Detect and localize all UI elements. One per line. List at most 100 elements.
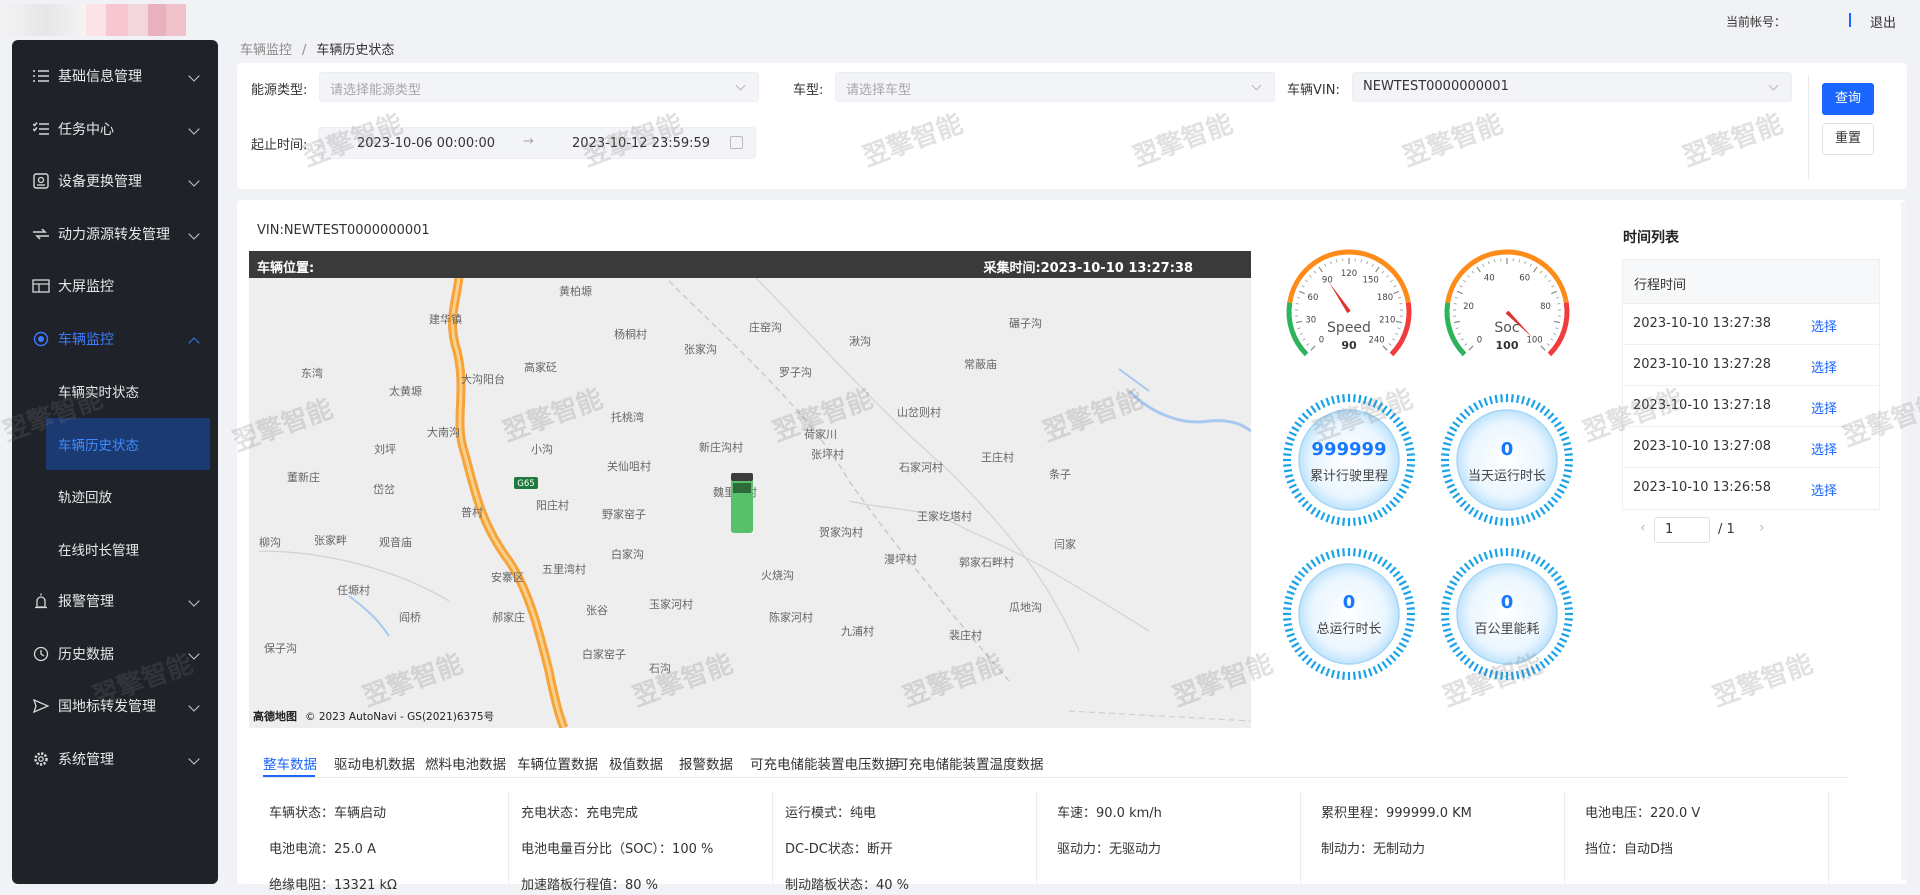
sidebar-item-basic-info[interactable]: 基础信息管理 — [12, 50, 218, 103]
data-field: DC-DC状态：断开 — [785, 842, 893, 857]
page-input[interactable]: 1 — [1654, 517, 1710, 543]
map-place-label: 董新庄 — [287, 470, 320, 484]
gauge-tick — [1392, 338, 1396, 341]
chevron-up-icon — [188, 336, 200, 349]
tab-position-data[interactable]: 车辆位置数据 — [517, 753, 598, 773]
ring-tick — [1342, 548, 1346, 557]
select-link[interactable]: 选择 — [1811, 439, 1837, 458]
data-field: 制动踏板状态：40 % — [785, 878, 910, 893]
ring-tick — [1367, 668, 1373, 677]
ring-tick — [1401, 585, 1410, 591]
logout-link[interactable]: 退出 — [1870, 12, 1896, 31]
map-canvas[interactable]: 建华镇 黄柏塬杨桐村 庄窑沟张家沟 湫沟 碾子沟东湾 大沟阳台 高家砭 罗子沟 常蔽庙太黄塬托桃… — [249, 251, 1251, 728]
energy-type-label: 能源类型: — [251, 83, 308, 98]
energy-type-placeholder: 请选择能源类型 — [330, 83, 422, 98]
vin-select[interactable]: NEWTEST0000000001 — [1352, 72, 1792, 102]
query-button[interactable]: 查询 — [1822, 83, 1874, 115]
tab-extreme-data[interactable]: 极值数据 — [609, 753, 663, 773]
scrollbar[interactable] — [1901, 202, 1907, 880]
total-mileage-value: 999999 — [1311, 439, 1387, 460]
ring-tick — [1449, 580, 1458, 586]
reset-button[interactable]: 重置 — [1822, 123, 1874, 155]
vehicle-map[interactable]: 建华镇 黄柏塬 杨桐村 庄窑沟 张家沟 湫沟 碾子沟 东湾 大沟阳台 高家砭 罗子沟 常蔽庙 太黄塬 托桃… — [249, 251, 1251, 728]
sidebar-item-alarm[interactable]: 报警管理 — [12, 575, 218, 628]
energy-type-select[interactable]: 请选择能源类型 — [319, 72, 759, 102]
tab-vehicle-data[interactable]: 整车数据 — [263, 753, 317, 773]
sidebar-item-big-screen[interactable]: 大屏监控 — [12, 260, 218, 313]
ring-tick — [1297, 570, 1306, 578]
ring-tick — [1357, 516, 1362, 526]
ring-tick — [1315, 663, 1321, 672]
ring-tick — [1342, 517, 1346, 526]
tab-alarm-data[interactable]: 报警数据 — [679, 753, 733, 773]
chevron-down-icon — [1768, 80, 1779, 91]
ring-tick — [1446, 585, 1455, 591]
trip-time: 2023-10-10 13:27:08 — [1633, 439, 1772, 454]
time-list-header: 行程时间 — [1623, 260, 1879, 304]
chevron-right-icon[interactable]: › — [1759, 520, 1765, 536]
sidebar-item-device-replace[interactable]: 设备更换管理 — [12, 155, 218, 208]
select-link[interactable]: 选择 — [1811, 357, 1837, 376]
gauge-tick — [1463, 279, 1466, 283]
ring-tick — [1463, 408, 1471, 417]
ring-tick — [1468, 405, 1475, 414]
gauge-tick-label: 20 — [1463, 302, 1474, 312]
select-link[interactable]: 选择 — [1811, 398, 1837, 417]
select-link[interactable]: 选择 — [1811, 480, 1837, 499]
sidebar-item-power-forward[interactable]: 动力源源转发管理 — [12, 208, 218, 261]
data-field: 充电状态：充电完成 — [521, 806, 639, 821]
gauge-tick — [1460, 338, 1464, 341]
map-place-label: 瓜地沟 — [1009, 601, 1042, 614]
ring-tick — [1330, 515, 1336, 525]
tab-storage-voltage-data[interactable]: 可充电储能装置电压数据 — [750, 753, 899, 773]
gauge-tick — [1551, 285, 1555, 288]
list-icon — [32, 67, 50, 85]
vehicle-marker[interactable] — [731, 473, 753, 533]
send-icon — [32, 697, 50, 715]
vehicle-model-select[interactable]: 请选择车型 — [835, 72, 1275, 102]
map-place-label: 阎桥 — [399, 610, 421, 624]
chevron-down-icon — [735, 80, 746, 91]
ring-tick — [1539, 559, 1546, 568]
ring-tick — [1556, 580, 1565, 586]
map-place-label: 玉家河村 — [649, 597, 693, 611]
table-row: 2023-10-10 13:27:08 选择 — [1623, 427, 1879, 468]
tab-fuel-cell-data[interactable]: 燃料电池数据 — [425, 753, 506, 773]
ring-tick — [1525, 397, 1531, 406]
data-field: 车辆状态：车辆启动 — [269, 806, 387, 821]
tab-motor-data[interactable]: 驱动电机数据 — [334, 753, 415, 773]
ring-tick — [1389, 566, 1397, 574]
sidebar-item-vehicle-monitor[interactable]: 车辆监控 — [12, 313, 218, 366]
trip-time: 2023-10-10 13:27:38 — [1633, 316, 1772, 331]
ring-tick — [1395, 575, 1404, 582]
ring-tick — [1288, 585, 1297, 591]
ring-tick — [1488, 549, 1494, 559]
top-bar: 当前帐号： 退出 — [0, 0, 1920, 40]
map-place-label: 保子沟 — [264, 641, 297, 655]
sidebar-item-system[interactable]: 系统管理 — [12, 733, 218, 786]
sidebar-subitem-track-replay[interactable]: 轨迹回放 — [12, 470, 218, 523]
sidebar-subitem-online-time[interactable]: 在线时长管理 — [12, 523, 218, 576]
select-link[interactable]: 选择 — [1811, 316, 1837, 335]
sidebar-item-label: 历史数据 — [58, 646, 114, 663]
ring-tick — [1392, 650, 1401, 658]
data-column-2: 充电状态：充电完成 电池电量百分比（SOC）：100 % 加速踏板行程值：80 … — [509, 792, 773, 893]
gauge-tick — [1459, 285, 1463, 288]
data-tabs: 整车数据 驱动电机数据 燃料电池数据 车辆位置数据 极值数据 报警数据 可充电储… — [259, 748, 1849, 778]
sidebar-item-task-center[interactable]: 任务中心 — [12, 103, 218, 156]
ring-tick — [1352, 517, 1356, 526]
sidebar: 基础信息管理 任务中心 设备更换管理 动力源源转发管理 大屏监控 车辆监控 车辆… — [12, 40, 218, 884]
ring-tick — [1294, 646, 1303, 653]
ring-tick — [1547, 500, 1555, 508]
map-place-label: 岱岔 — [373, 482, 395, 496]
ring-tick — [1559, 637, 1568, 643]
gauge-tick — [1299, 333, 1303, 335]
breadcrumb-parent[interactable]: 车辆监控 — [240, 43, 292, 58]
gauge-tick — [1297, 327, 1301, 330]
breadcrumb-separator: / — [302, 43, 307, 58]
gauge-tick — [1551, 290, 1558, 295]
gauge-tick-label: 0 — [1319, 336, 1324, 346]
chevron-left-icon[interactable]: ‹ — [1640, 520, 1646, 536]
tab-storage-temperature-data[interactable]: 可充电储能装置温度数据 — [895, 753, 1044, 773]
ring-tick — [1385, 503, 1393, 512]
